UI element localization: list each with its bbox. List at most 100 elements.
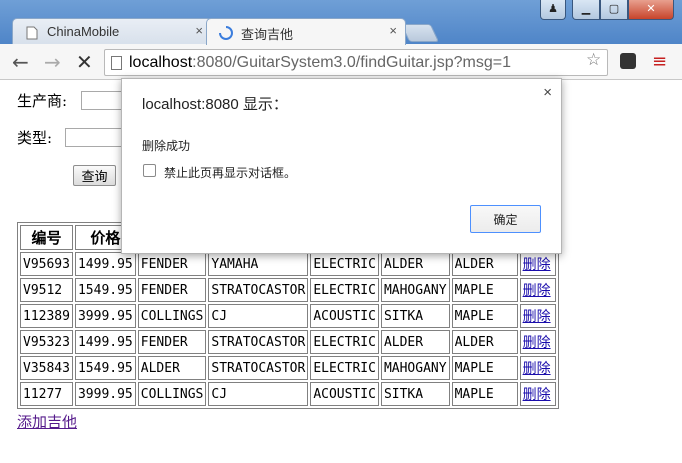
table-cell: ALDER — [451, 330, 518, 354]
table-cell: ALDER — [451, 252, 518, 276]
table-cell: V35843 — [20, 356, 73, 380]
table-cell: YAMAHA — [208, 252, 309, 276]
menu-icon[interactable]: ≡ — [652, 51, 667, 72]
table-row: 11277 3999.95 COLLINGS CJ ACOUSTIC SITKA MAPLE… — [20, 382, 556, 406]
ok-button[interactable]: 确定 — [470, 205, 541, 233]
column-header: 编号 — [20, 225, 73, 250]
tab-find-guitar[interactable]: 查询吉他 × — [206, 18, 406, 45]
table-cell: CJ — [208, 304, 309, 328]
table-cell: MAHOGANY — [380, 278, 450, 302]
table-cell: SITKA — [380, 304, 450, 328]
type-label: 类型: — [17, 129, 53, 147]
new-tab-button[interactable] — [400, 24, 440, 42]
table-cell: STRATOCASTOR — [208, 356, 309, 380]
table-cell: MAHOGANY — [380, 356, 450, 380]
table-cell: 删除 — [519, 278, 556, 302]
table-cell: FENDER — [137, 330, 207, 354]
table-body: V95693 1499.95 FENDER YAMAHA ELECTRIC ALDER AL… — [20, 252, 556, 406]
back-arrow-icon[interactable]: ← — [12, 50, 29, 74]
dialog-message: 删除成功 — [142, 139, 191, 153]
table-cell: 删除 — [519, 382, 556, 406]
table-cell: STRATOCASTOR — [208, 278, 309, 302]
table-cell: MAPLE — [451, 304, 518, 328]
table-cell: 删除 — [519, 356, 556, 380]
table-cell: MAPLE — [451, 382, 518, 406]
address-bar[interactable]: localhost:8080/GuitarSystem3.0/findGuita… — [104, 49, 608, 76]
table-cell: ELECTRIC — [310, 252, 379, 276]
window-controls: ♟ ▁ ▢ ✕ — [540, 0, 674, 20]
suppress-dialogs-checkbox[interactable] — [143, 164, 156, 177]
table-cell: 1499.95 — [74, 330, 136, 354]
table-cell: ALDER — [137, 356, 207, 380]
table-row: V95693 1499.95 FENDER YAMAHA ELECTRIC ALDER AL… — [20, 252, 556, 276]
table-row: V9512 1549.95 FENDER STRATOCASTOR ELECTRIC MA… — [20, 278, 556, 302]
close-window-button[interactable]: ✕ — [628, 0, 674, 20]
dialog-title: localhost:8080 显示： — [142, 96, 288, 113]
alert-dialog: localhost:8080 显示： × 删除成功 禁止此页再显示对话框。 确定 — [121, 78, 562, 254]
stop-icon[interactable]: ✕ — [76, 50, 93, 74]
table-cell: 3999.95 — [74, 304, 136, 328]
table-cell: V95323 — [20, 330, 73, 354]
close-icon[interactable]: × — [389, 23, 397, 38]
type-input[interactable] — [65, 128, 125, 147]
loading-spinner-icon — [219, 26, 233, 40]
table-row: V95323 1499.95 FENDER STRATOCASTOR ELECTRIC A… — [20, 330, 556, 354]
table-cell: ELECTRIC — [310, 278, 379, 302]
url-path: :8080/GuitarSystem3.0/findGuitar.jsp?msg… — [192, 54, 511, 71]
table-cell: FENDER — [137, 252, 207, 276]
table-cell: 1549.95 — [74, 278, 136, 302]
add-guitar-link[interactable]: 添加吉他 — [17, 411, 77, 432]
tab-chinamobile[interactable]: ChinaMobile × — [12, 18, 212, 45]
delete-link[interactable]: 删除 — [523, 361, 551, 377]
browser-toolbar: ← → ✕ localhost:8080/GuitarSystem3.0/fin… — [0, 44, 682, 80]
manufacturer-input[interactable] — [81, 91, 126, 110]
table-cell: 删除 — [519, 304, 556, 328]
minimize-button[interactable]: ▁ — [572, 0, 600, 20]
bookmark-star-icon[interactable]: ☆ — [586, 50, 601, 70]
tab-label: ChinaMobile — [47, 24, 120, 39]
table-cell: 11277 — [20, 382, 73, 406]
url-host: localhost — [129, 54, 193, 71]
delete-link[interactable]: 删除 — [523, 335, 551, 351]
table-cell: ELECTRIC — [310, 330, 379, 354]
forward-arrow-icon[interactable]: → — [44, 50, 61, 74]
table-row: V35843 1549.95 ALDER STRATOCASTOR ELECTRIC MA… — [20, 356, 556, 380]
manufacturer-label: 生产商: — [17, 92, 68, 110]
extension-icon[interactable] — [620, 53, 636, 69]
table-cell: V9512 — [20, 278, 73, 302]
page-icon — [111, 56, 122, 70]
table-cell: ACOUSTIC — [310, 382, 379, 406]
table-cell: 1499.95 — [74, 252, 136, 276]
page-icon — [26, 26, 38, 40]
table-cell: FENDER — [137, 278, 207, 302]
query-button[interactable]: 查询 — [73, 165, 116, 186]
delete-link[interactable]: 删除 — [523, 309, 551, 325]
table-cell: COLLINGS — [137, 382, 207, 406]
delete-link[interactable]: 删除 — [523, 387, 551, 403]
table-cell: STRATOCASTOR — [208, 330, 309, 354]
table-cell: V95693 — [20, 252, 73, 276]
delete-link[interactable]: 删除 — [523, 283, 551, 299]
close-icon[interactable]: × — [195, 23, 203, 38]
suppress-dialogs-label: 禁止此页再显示对话框。 — [164, 166, 297, 180]
tab-label: 查询吉他 — [241, 27, 294, 42]
table-cell: CJ — [208, 382, 309, 406]
table-cell: ACOUSTIC — [310, 304, 379, 328]
close-icon[interactable]: × — [543, 84, 552, 101]
delete-link[interactable]: 删除 — [523, 257, 551, 273]
table-cell: SITKA — [380, 382, 450, 406]
table-cell: ALDER — [380, 252, 450, 276]
table-cell: 1549.95 — [74, 356, 136, 380]
table-row: 112389 3999.95 COLLINGS CJ ACOUSTIC SITKA MAPL… — [20, 304, 556, 328]
table-cell: ALDER — [380, 330, 450, 354]
table-cell: 删除 — [519, 252, 556, 276]
table-cell: 3999.95 — [74, 382, 136, 406]
browser-titlebar: ChinaMobile × 查询吉他 × ♟ ▁ ▢ ✕ — [0, 0, 682, 45]
table-cell: 112389 — [20, 304, 73, 328]
maximize-button[interactable]: ▢ — [600, 0, 628, 20]
table-cell: COLLINGS — [137, 304, 207, 328]
table-cell: MAPLE — [451, 356, 518, 380]
table-cell: 删除 — [519, 330, 556, 354]
table-cell: MAPLE — [451, 278, 518, 302]
user-icon[interactable]: ♟ — [540, 0, 566, 20]
